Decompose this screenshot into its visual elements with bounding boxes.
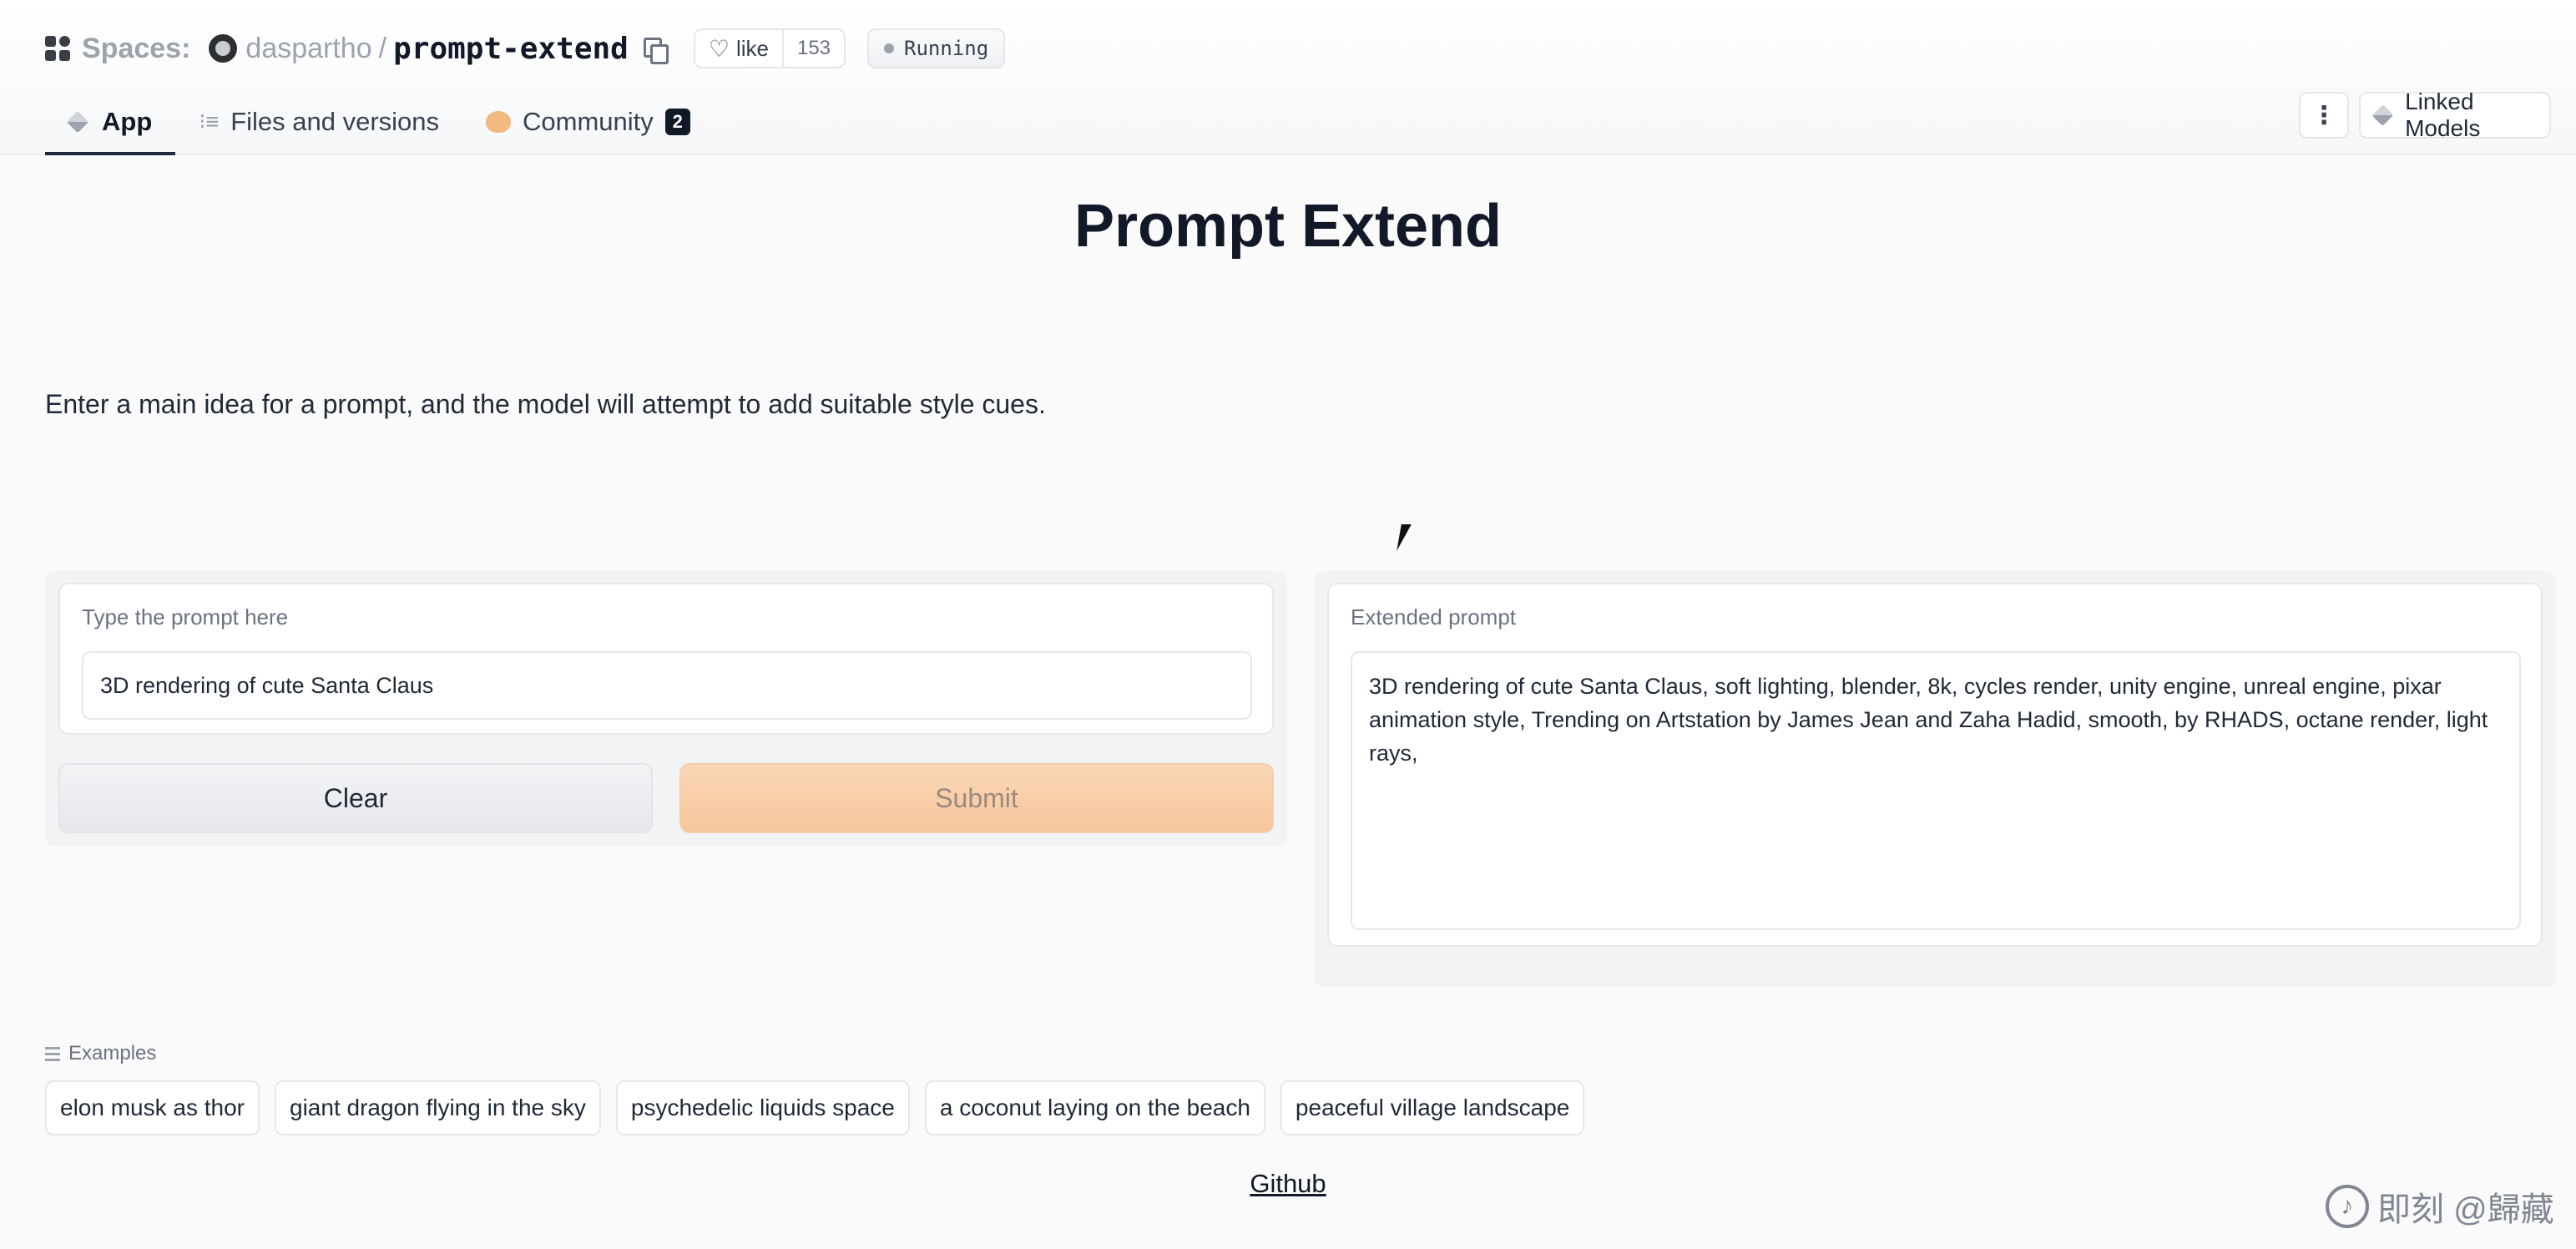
tab-files-label: Files and versions xyxy=(230,107,440,136)
spaces-icon xyxy=(45,36,70,61)
clear-button[interactable]: Clear xyxy=(58,763,653,833)
like-count[interactable]: 153 xyxy=(784,37,844,60)
repo-name[interactable]: prompt-extend xyxy=(393,32,629,66)
github-link[interactable]: Github xyxy=(1250,1169,1326,1198)
community-count-badge: 2 xyxy=(664,109,690,135)
space-title-row: Spaces: daspartho / prompt-extend ♡ like… xyxy=(45,25,1006,72)
watermark-text: 即刻 @歸藏 xyxy=(2377,1191,2554,1228)
tab-files-and-versions[interactable]: ⁝≡ Files and versions xyxy=(175,88,462,155)
extended-prompt-label: Extended prompt xyxy=(1351,604,1517,630)
linked-models-label: Linked Models xyxy=(2405,88,2481,141)
tab-community[interactable]: Community 2 xyxy=(462,88,714,155)
output-panel: Extended prompt 3D rendering of cute San… xyxy=(1314,571,2556,987)
jike-logo-icon: ♪ xyxy=(2326,1185,2369,1228)
list-icon xyxy=(45,1046,60,1061)
status-dot-icon xyxy=(884,43,895,53)
extended-prompt-card: Extended prompt 3D rendering of cute San… xyxy=(1327,583,2543,947)
space-header: Spaces: daspartho / prompt-extend ♡ like… xyxy=(0,0,2576,155)
community-icon xyxy=(486,111,512,133)
like-label: like xyxy=(735,35,769,61)
prompt-input-label: Type the prompt here xyxy=(82,604,289,630)
examples-label: Examples xyxy=(68,1042,157,1064)
examples-list: elon musk as thor giant dragon flying in… xyxy=(45,1080,1585,1135)
example-item[interactable]: a coconut laying on the beach xyxy=(924,1080,1265,1135)
example-item[interactable]: elon musk as thor xyxy=(45,1080,260,1135)
prompt-input-card: Type the prompt here xyxy=(58,583,1274,735)
model-cube-icon xyxy=(2371,104,2394,126)
tab-app-label: App xyxy=(102,107,153,136)
linked-models-button[interactable]: Linked Models xyxy=(2359,88,2551,141)
space-tabs: App ⁝≡ Files and versions Community 2 xyxy=(45,88,714,155)
heart-icon: ♡ xyxy=(708,35,730,62)
spaces-label[interactable]: Spaces: xyxy=(82,33,190,65)
example-item[interactable]: peaceful village landscape xyxy=(1280,1080,1585,1135)
cube-icon xyxy=(66,110,89,134)
examples-header: Examples xyxy=(45,1042,156,1065)
mouse-cursor-icon xyxy=(1397,524,1422,551)
page-title: Prompt Extend xyxy=(1073,193,1503,260)
more-options-button[interactable]: ⋮ xyxy=(2299,92,2349,139)
watermark: ♪ 即刻 @歸藏 xyxy=(2326,1182,2554,1231)
owner-name[interactable]: daspartho xyxy=(245,33,371,65)
files-icon: ⁝≡ xyxy=(199,109,220,134)
status-text: Running xyxy=(904,37,989,60)
like-widget: ♡ like 153 xyxy=(693,28,846,68)
prompt-input[interactable] xyxy=(82,651,1252,720)
app-description: Enter a main idea for a prompt, and the … xyxy=(45,389,1046,419)
tab-app[interactable]: App xyxy=(45,88,176,155)
example-item[interactable]: psychedelic liquids space xyxy=(615,1080,910,1135)
footer: Github xyxy=(0,1169,2576,1199)
copy-icon[interactable] xyxy=(642,36,669,64)
extended-prompt-output[interactable]: 3D rendering of cute Santa Claus, soft l… xyxy=(1351,651,2521,930)
status-badge: Running xyxy=(867,28,1006,68)
submit-button[interactable]: Submit xyxy=(679,763,1274,833)
tab-community-label: Community xyxy=(523,107,654,136)
like-button[interactable]: ♡ like xyxy=(695,30,784,67)
input-panel: Type the prompt here Clear Submit xyxy=(45,571,1287,847)
owner-avatar[interactable] xyxy=(209,34,238,63)
example-item[interactable]: giant dragon flying in the sky xyxy=(275,1080,601,1135)
path-separator: / xyxy=(378,32,387,64)
